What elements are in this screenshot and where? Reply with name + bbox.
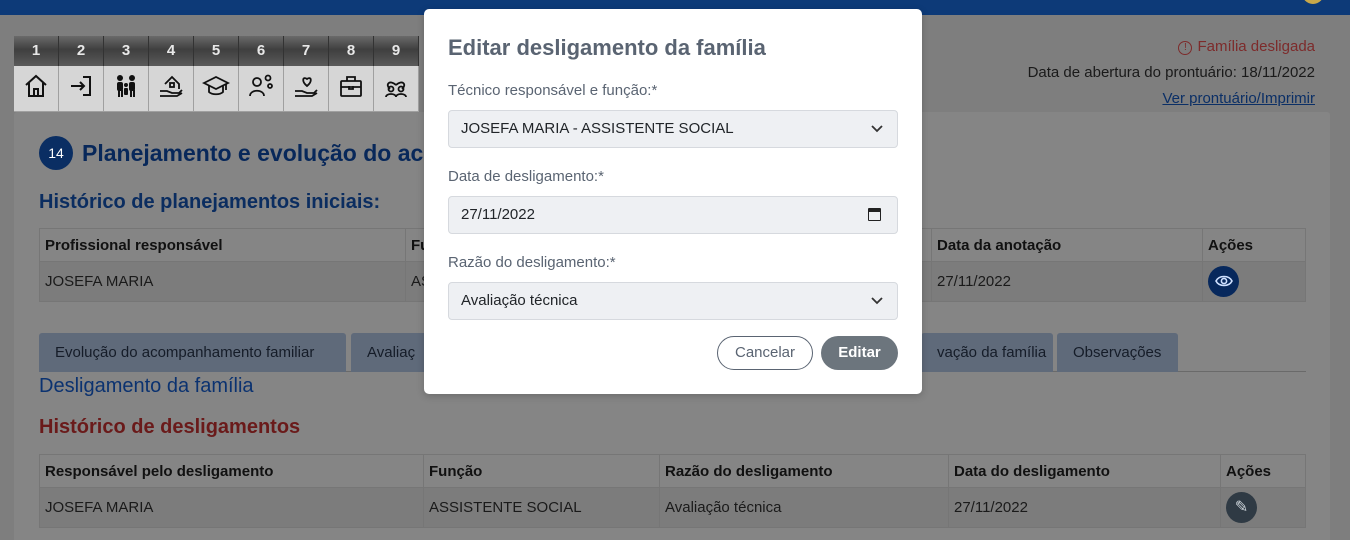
calendar-icon[interactable] [868, 208, 881, 221]
modal-title: Editar desligamento da família [448, 35, 766, 60]
edit-button[interactable]: Editar [821, 336, 898, 370]
tecnico-select[interactable]: JOSEFA MARIA - ASSISTENTE SOCIAL [448, 110, 898, 148]
data-value: 27/11/2022 [461, 206, 535, 223]
edit-desligamento-modal: Editar desligamento da família Técnico r… [424, 9, 922, 394]
cancel-button[interactable]: Cancelar [717, 336, 813, 370]
chevron-down-icon [871, 283, 883, 333]
tecnico-label: Técnico responsável e função:* [448, 82, 658, 99]
razao-select[interactable]: Avaliação técnica [448, 282, 898, 320]
razao-value: Avaliação técnica [461, 292, 578, 309]
data-input[interactable]: 27/11/2022 [448, 196, 898, 234]
modal-overlay: Editar desligamento da família Técnico r… [0, 0, 1350, 540]
tecnico-value: JOSEFA MARIA - ASSISTENTE SOCIAL [461, 120, 734, 137]
chevron-down-icon [871, 111, 883, 161]
data-label: Data de desligamento:* [448, 168, 604, 185]
razao-label: Razão do desligamento:* [448, 254, 616, 271]
